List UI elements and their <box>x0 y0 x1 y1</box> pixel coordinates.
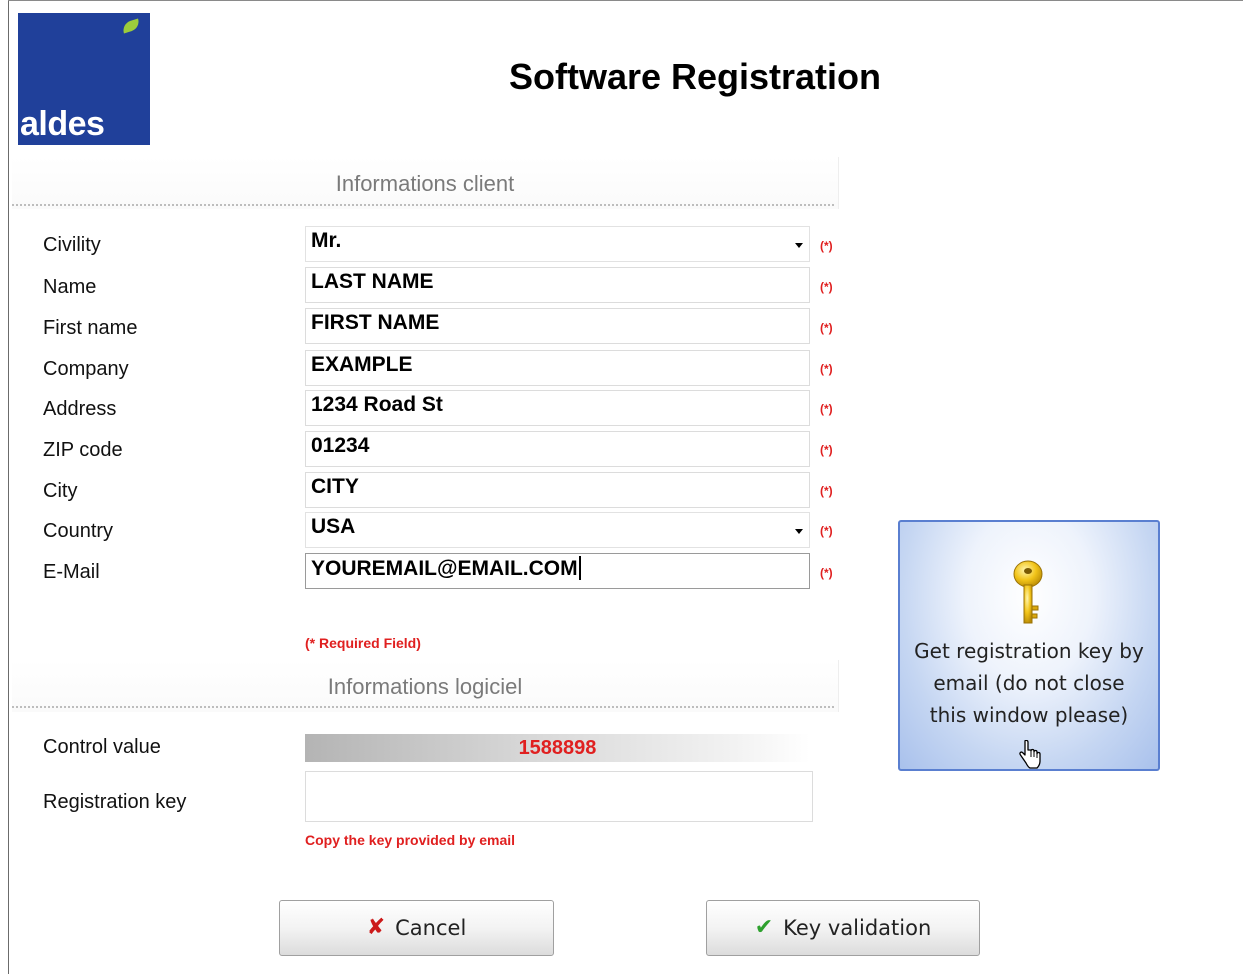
registration-key-input[interactable] <box>305 771 813 822</box>
cancel-button[interactable]: ✘ Cancel <box>279 900 554 956</box>
registration-key-label: Registration key <box>43 791 187 813</box>
get-key-line-3: this window please) <box>929 703 1129 727</box>
checkmark-icon: ✔ <box>754 915 774 940</box>
address-label: Address <box>43 398 117 420</box>
first-name-input[interactable]: FIRST NAME <box>305 308 810 344</box>
company-input[interactable]: EXAMPLE <box>305 350 810 386</box>
key-icon <box>1013 560 1043 624</box>
zip-code-label: ZIP code <box>43 439 123 461</box>
required-mark: (*) <box>820 239 833 253</box>
required-mark: (*) <box>820 362 833 376</box>
country-select[interactable]: USA <box>305 512 810 548</box>
civility-label: Civility <box>43 234 101 256</box>
email-input[interactable]: YOUREMAIL@EMAIL.COM <box>305 553 810 589</box>
chevron-down-icon[interactable] <box>795 243 803 248</box>
close-icon: ✘ <box>366 915 386 940</box>
registration-key-note: Copy the key provided by email <box>305 832 516 848</box>
required-mark: (*) <box>820 443 833 457</box>
email-value: YOUREMAIL@EMAIL.COM <box>311 557 578 580</box>
window-left-border <box>8 0 9 974</box>
client-section-divider <box>12 204 834 206</box>
control-value: 1588898 <box>518 737 597 759</box>
required-mark: (*) <box>820 402 833 416</box>
page-title: Software Registration <box>508 56 882 97</box>
civility-value: Mr. <box>311 229 342 252</box>
get-registration-key-button[interactable]: Get registration key by email (do not cl… <box>898 520 1160 771</box>
required-mark: (*) <box>820 566 833 580</box>
hand-pointer-icon <box>1019 740 1041 769</box>
get-key-line-1: Get registration key by <box>914 639 1144 663</box>
country-value: USA <box>311 515 356 538</box>
key-validation-label: Key validation <box>783 916 932 940</box>
logo-leaf-icon <box>120 18 142 34</box>
required-mark: (*) <box>820 484 833 498</box>
key-validation-button[interactable]: ✔ Key validation <box>706 900 980 956</box>
get-key-line-2: email (do not close <box>933 671 1125 695</box>
client-section-title: Informations client <box>335 171 515 196</box>
control-value-label: Control value <box>43 736 161 758</box>
software-section-title: Informations logiciel <box>327 674 523 699</box>
control-value-bar: 1588898 <box>305 734 810 762</box>
logo-text: aldes <box>20 105 105 143</box>
first-name-label: First name <box>43 317 138 339</box>
window-top-border <box>8 0 1243 1</box>
civility-select[interactable]: Mr. <box>305 226 810 262</box>
aldes-logo: aldes <box>18 13 150 145</box>
country-label: Country <box>43 520 114 542</box>
required-mark: (*) <box>820 524 833 538</box>
city-label: City <box>43 480 78 502</box>
software-section-divider <box>12 706 834 708</box>
required-field-note: (* Required Field) <box>305 635 421 651</box>
zip-code-input[interactable]: 01234 <box>305 431 810 467</box>
text-cursor <box>578 556 581 580</box>
required-mark: (*) <box>820 321 833 335</box>
name-input[interactable]: LAST NAME <box>305 267 810 303</box>
cancel-label: Cancel <box>395 916 467 940</box>
chevron-down-icon[interactable] <box>795 529 803 534</box>
address-input[interactable]: 1234 Road St <box>305 390 810 426</box>
get-registration-key-label: Get registration key by email (do not cl… <box>900 635 1158 731</box>
required-mark: (*) <box>820 280 833 294</box>
email-label: E-Mail <box>43 561 100 583</box>
company-label: Company <box>43 358 129 380</box>
city-input[interactable]: CITY <box>305 472 810 508</box>
name-label: Name <box>43 276 97 298</box>
